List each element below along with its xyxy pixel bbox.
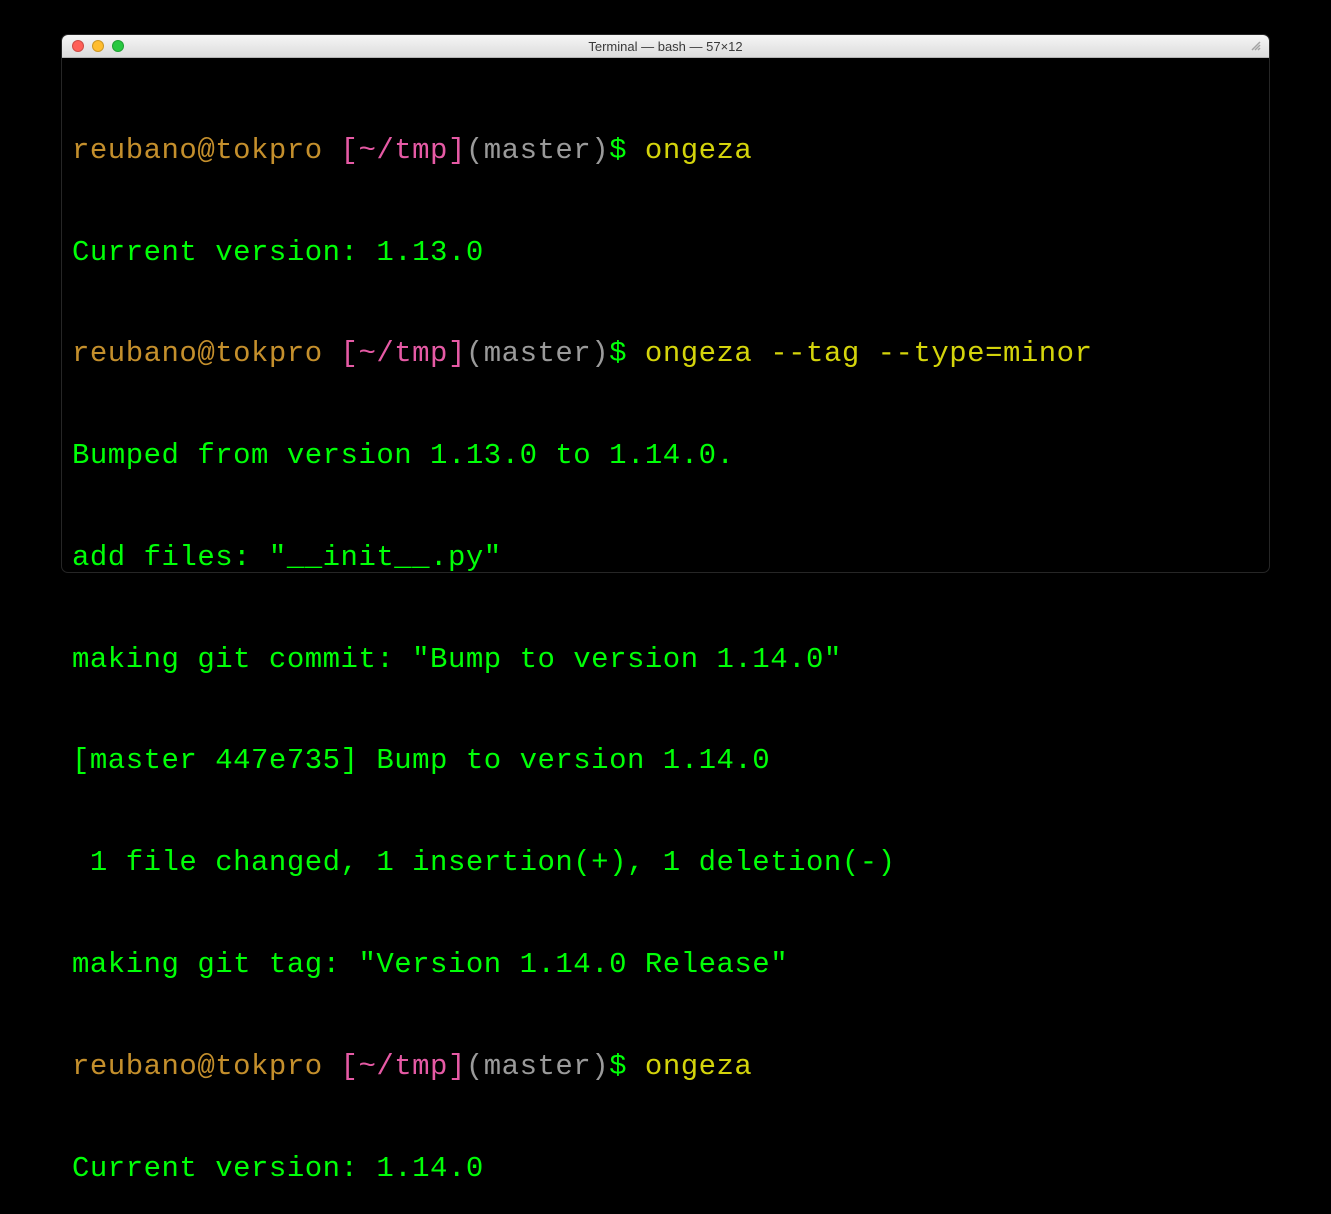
prompt-line: reubano@tokpro [~/tmp](master)$ ongeza -…	[72, 337, 1259, 371]
prompt-userhost: reubano@tokpro	[72, 337, 323, 370]
window-title: Terminal — bash — 57×12	[62, 39, 1269, 54]
output-line: [master 447e735] Bump to version 1.14.0	[72, 744, 1259, 778]
prompt-path: [~/tmp]	[341, 134, 466, 167]
prompt-userhost: reubano@tokpro	[72, 134, 323, 167]
command-text: ongeza	[645, 134, 752, 167]
output-line: Current version: 1.13.0	[72, 236, 1259, 270]
terminal-window: Terminal — bash — 57×12 reubano@tokpro […	[62, 35, 1269, 572]
output-line: 1 file changed, 1 insertion(+), 1 deleti…	[72, 846, 1259, 880]
titlebar[interactable]: Terminal — bash — 57×12	[62, 35, 1269, 58]
prompt-path: [~/tmp]	[341, 1050, 466, 1083]
minimize-icon[interactable]	[92, 40, 104, 52]
prompt-dollar: $	[609, 134, 627, 167]
output-line: making git commit: "Bump to version 1.14…	[72, 643, 1259, 677]
zoom-icon[interactable]	[112, 40, 124, 52]
output-line: Current version: 1.14.0	[72, 1152, 1259, 1186]
prompt-line: reubano@tokpro [~/tmp](master)$ ongeza	[72, 1050, 1259, 1084]
output-line: Bumped from version 1.13.0 to 1.14.0.	[72, 439, 1259, 473]
close-icon[interactable]	[72, 40, 84, 52]
traffic-lights	[62, 40, 124, 52]
resize-icon[interactable]	[1249, 39, 1263, 53]
prompt-branch: (master)	[466, 1050, 609, 1083]
command-text: ongeza	[645, 1050, 752, 1083]
prompt-branch: (master)	[466, 134, 609, 167]
output-line: add files: "__init__.py"	[72, 541, 1259, 575]
prompt-dollar: $	[609, 1050, 627, 1083]
terminal-body[interactable]: reubano@tokpro [~/tmp](master)$ ongeza C…	[62, 58, 1269, 1214]
prompt-line: reubano@tokpro [~/tmp](master)$ ongeza	[72, 134, 1259, 168]
prompt-dollar: $	[609, 337, 627, 370]
prompt-branch: (master)	[466, 337, 609, 370]
prompt-path: [~/tmp]	[341, 337, 466, 370]
command-text: ongeza --tag --type=minor	[645, 337, 1093, 370]
prompt-userhost: reubano@tokpro	[72, 1050, 323, 1083]
output-line: making git tag: "Version 1.14.0 Release"	[72, 948, 1259, 982]
